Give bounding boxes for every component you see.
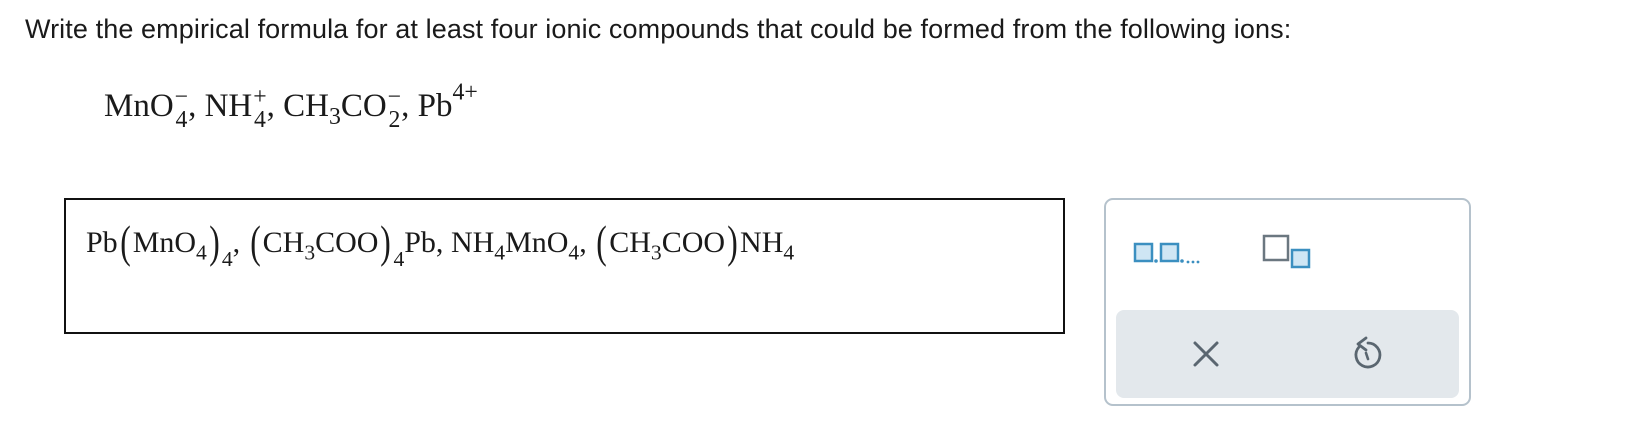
ion-list: MnO −4, NH +4, CH3CO −2, Pb4+ (104, 79, 478, 133)
action-bar (1116, 310, 1459, 398)
ion-ammonium: NH +4 (204, 84, 267, 133)
ion-lead: Pb4+ (417, 79, 478, 124)
formula-lead-permanganate: Pb(MnO4) 4 (86, 217, 233, 272)
ion-permanganate: MnO −4 (104, 84, 189, 133)
comma-list-button[interactable] (1132, 230, 1222, 274)
comma-list-icon (1133, 242, 1200, 264)
answer-input[interactable]: Pb(MnO4) 4, (CH3COO) 4Pb, NH4MnO4, (CH3COO… (64, 198, 1065, 334)
undo-button[interactable] (1338, 324, 1398, 384)
subscript-template-button[interactable] (1262, 230, 1332, 274)
close-icon (1193, 341, 1219, 367)
answer-formulas: Pb(MnO4) 4, (CH3COO) 4Pb, NH4MnO4, (CH3COO… (86, 217, 795, 272)
formula-lead-acetate: (CH3COO) 4Pb, (249, 217, 444, 272)
math-tool-panel (1104, 198, 1471, 406)
question-text: Write the empirical formula for at least… (25, 14, 1292, 44)
ion-acetate: CH3CO −2 (283, 84, 402, 133)
clear-button[interactable] (1176, 324, 1236, 384)
formula-ammonium-acetate: (CH3COO)NH4 (596, 217, 795, 268)
subscript-template-icon (1262, 234, 1311, 269)
formula-ammonium-permanganate: NH4MnO4 (450, 226, 580, 265)
undo-icon (1354, 336, 1382, 369)
